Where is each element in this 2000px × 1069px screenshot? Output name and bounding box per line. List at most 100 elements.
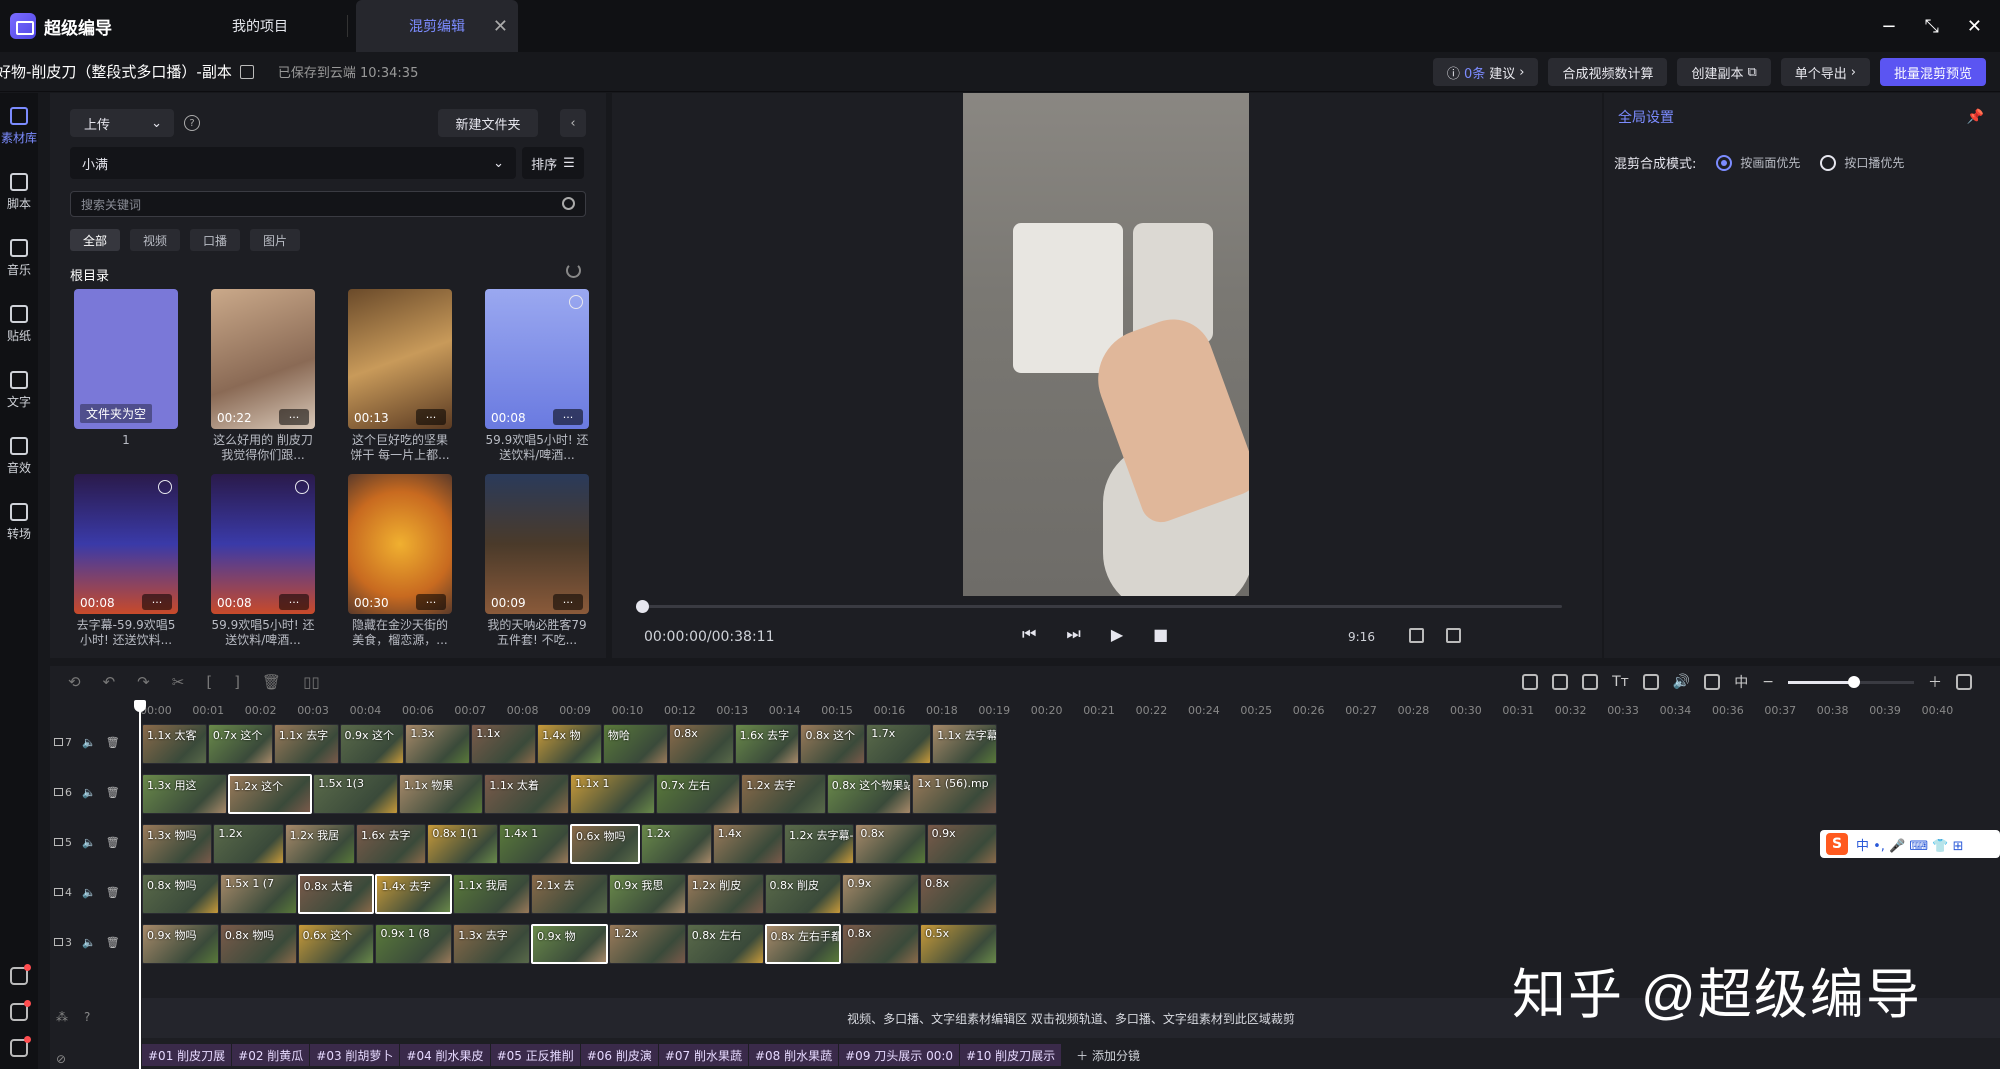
crop-icon[interactable] xyxy=(1409,628,1424,643)
media-card[interactable]: 文件夹为空 1 xyxy=(74,289,178,463)
redo-icon[interactable]: ↷ xyxy=(137,673,150,691)
timeline-clip[interactable]: 1.1x 我居 xyxy=(453,874,531,914)
storyboard-group[interactable]: #09 刀头展示 00:0 xyxy=(839,1044,961,1066)
timeline-clip[interactable]: 1.6x 去字 xyxy=(356,824,427,864)
timeline-clip[interactable]: 1.2x 这个 xyxy=(227,774,313,814)
filter-all[interactable]: 全部 xyxy=(70,229,121,251)
new-folder-button[interactable]: 新建文件夹 xyxy=(438,109,538,137)
timeline-clip[interactable]: 1.1x 太着 xyxy=(484,774,569,814)
tab-mix-edit[interactable]: 混剪编辑 ✕ xyxy=(356,0,518,52)
more-options-icon[interactable]: ··· xyxy=(553,594,583,610)
timeline-clip[interactable]: 1.6x 去字 xyxy=(734,724,800,764)
storyboard-group[interactable]: #07 削水果蔬 xyxy=(658,1044,749,1066)
split-view-icon[interactable] xyxy=(1704,674,1721,690)
timeline-clip[interactable]: 1.7x xyxy=(866,724,932,764)
timeline-clip[interactable]: 0.9x 1 (8 xyxy=(375,924,453,964)
timeline-clip[interactable]: 1.1x 1 xyxy=(570,774,655,814)
history-icon[interactable] xyxy=(10,1000,31,1021)
timeline-clip[interactable]: 1.2x xyxy=(608,924,686,964)
timeline-clip[interactable]: 0.6x 物吗 xyxy=(570,824,641,864)
timeline-clip[interactable]: 0.6x 这个 xyxy=(297,924,375,964)
timeline-clip[interactable]: 0.8x xyxy=(920,874,997,914)
minimize-icon[interactable]: − xyxy=(1881,16,1896,37)
collapse-panel-button[interactable]: ‹ xyxy=(560,109,586,137)
timeline-clip[interactable]: 0.8x xyxy=(855,824,926,864)
rail-item-transition[interactable]: 转场 xyxy=(0,489,38,555)
rail-item-sound-effect[interactable]: 音效 xyxy=(0,423,38,489)
timeline-clip[interactable]: 0.8x 削皮 xyxy=(764,874,842,914)
rail-item-music[interactable]: 音乐 xyxy=(0,225,38,291)
layers-icon[interactable] xyxy=(1552,674,1569,690)
playhead[interactable] xyxy=(134,700,146,1069)
timeline-clip[interactable]: 1.3x 物吗 xyxy=(142,824,213,864)
timeline-clip[interactable]: 1.3x xyxy=(405,724,471,764)
create-copy-button[interactable]: 创建副本 ⧉ xyxy=(1677,58,1771,86)
tab-close-icon[interactable]: ✕ xyxy=(493,16,508,37)
track-video-toggle[interactable]: 3 xyxy=(54,936,72,949)
upload-dropdown[interactable]: 上传 ⌄ xyxy=(70,109,174,137)
preview-scrubber[interactable] xyxy=(636,600,1562,613)
media-card[interactable]: 00:08 ··· 59.9欢唱5小时! 还送饮料/啤酒... xyxy=(485,289,589,463)
undo-all-icon[interactable]: ⟲ xyxy=(68,673,81,691)
timeline-clip[interactable]: 1.3x 去字 xyxy=(453,924,531,964)
play-icon[interactable]: ▶ xyxy=(1111,625,1123,644)
pin-icon[interactable]: 📌 xyxy=(1967,109,1984,125)
storyboard-group[interactable]: #05 正反推削 xyxy=(490,1044,581,1066)
timeline-clip[interactable]: 0.8x 1(1 xyxy=(427,824,498,864)
timeline-clip[interactable]: 1.1x xyxy=(471,724,537,764)
trim-right-icon[interactable]: ] xyxy=(234,673,240,691)
add-storyboard-button[interactable]: ＋ 添加分镜 xyxy=(1076,1047,1140,1064)
zoom-slider[interactable] xyxy=(1788,675,1914,688)
timeline-clip[interactable]: 1.1x 太客 xyxy=(142,724,207,764)
zoom-out-icon[interactable]: − xyxy=(1762,674,1774,690)
select-checkbox[interactable] xyxy=(295,480,309,494)
media-card[interactable]: 00:13 ··· 这个巨好吃的坚果饼干 每一片上都... xyxy=(348,289,452,463)
timeline-clip[interactable]: 0.8x 左右手都能 xyxy=(764,924,842,964)
stop-icon[interactable]: ■ xyxy=(1153,625,1168,644)
media-card[interactable]: 00:30 ··· 隐藏在金沙天街的美食，榴恋源，... xyxy=(348,474,452,648)
more-options-icon[interactable]: ··· xyxy=(416,594,446,610)
timeline-clip[interactable]: 1.2x 削皮 xyxy=(686,874,764,914)
media-card[interactable]: 00:22 ··· 这么好用的 削皮刀 我觉得你们跟... xyxy=(211,289,315,463)
timeline-clip[interactable]: 0.8x xyxy=(842,924,920,964)
rail-item-sticker[interactable]: 贴纸 xyxy=(0,291,38,357)
next-frame-icon[interactable]: ⏭ xyxy=(1066,624,1080,644)
timeline-clip[interactable]: 0.8x 物吗 xyxy=(219,924,297,964)
track-delete-icon[interactable]: 🗑 xyxy=(106,786,120,799)
timeline-clip[interactable]: 1.1x 去字 xyxy=(273,724,339,764)
center-icon[interactable]: 中 xyxy=(1734,672,1748,692)
folder-select[interactable]: 小满 ⌄ xyxy=(70,147,516,179)
help-icon[interactable]: ? xyxy=(184,115,200,131)
timeline-clip[interactable]: 0.7x 这个 xyxy=(207,724,273,764)
storyboard-group[interactable]: #10 削皮刀展示 xyxy=(960,1044,1063,1066)
timeline-clip[interactable]: 物哈 xyxy=(602,724,668,764)
filter-image[interactable]: 图片 xyxy=(250,229,301,251)
track-delete-icon[interactable]: 🗑 xyxy=(106,936,120,949)
storyboard-group[interactable]: #02 削黄瓜 xyxy=(232,1044,311,1066)
timeline-clip[interactable]: 0.9x xyxy=(926,824,997,864)
timeline-clip[interactable]: 0.8x 物吗 xyxy=(142,874,219,914)
single-export-button[interactable]: 单个导出 › xyxy=(1780,58,1870,86)
timeline-clip[interactable]: 1.2x 去字幕-用 xyxy=(784,824,855,864)
video-frame[interactable] xyxy=(963,93,1249,596)
scrubber-handle[interactable] xyxy=(636,600,649,613)
input-method-bar[interactable]: S 中 •, 🎤 ⌨ 👕 ⊞ xyxy=(1820,830,2000,858)
group-icon[interactable]: ▯▯ xyxy=(303,673,320,691)
track-video-toggle[interactable]: 6 xyxy=(54,786,72,799)
track-mute-icon[interactable]: 🔈 xyxy=(82,836,96,849)
refresh-icon[interactable] xyxy=(566,263,581,278)
subtitle-icon[interactable] xyxy=(1582,674,1599,690)
timeline-clip[interactable]: 1.2x 我居 xyxy=(284,824,355,864)
restore-icon[interactable]: ⤡ xyxy=(1925,16,1939,37)
timeline-clip[interactable]: 0.9x xyxy=(842,874,920,914)
radio-voiceover-priority[interactable] xyxy=(1820,154,1837,171)
previous-frame-icon[interactable]: ⏮ xyxy=(1022,624,1036,644)
timeline-clip[interactable]: 1.2x xyxy=(213,824,284,864)
timeline-clip[interactable]: 0.8x 这个 xyxy=(800,724,866,764)
storyboard-group[interactable]: #03 削胡萝卜 xyxy=(310,1044,401,1066)
message-icon[interactable] xyxy=(10,1036,31,1057)
track-delete-icon[interactable]: 🗑 xyxy=(106,836,120,849)
timeline-clip[interactable]: 0.8x 这个物果站 xyxy=(826,774,912,814)
select-checkbox[interactable] xyxy=(569,295,583,309)
timeline-clip[interactable]: 1.4x xyxy=(712,824,783,864)
